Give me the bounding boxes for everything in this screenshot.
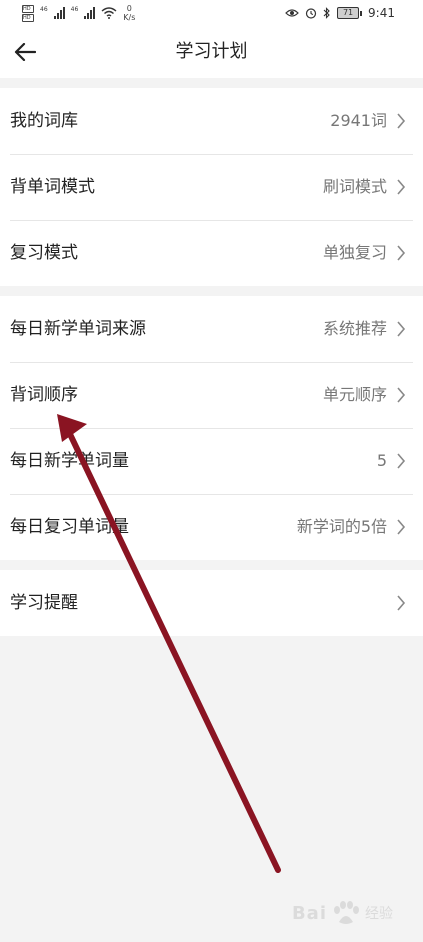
paw-logo-icon bbox=[334, 901, 359, 924]
row-label: 每日新学单词量 bbox=[10, 451, 129, 471]
network-speed: 0 K/s bbox=[123, 4, 135, 22]
chevron-right-icon bbox=[397, 595, 406, 611]
row-label: 每日新学单词来源 bbox=[10, 319, 146, 339]
row-label: 我的词库 bbox=[10, 111, 78, 131]
status-time: 9:41 bbox=[368, 6, 395, 20]
row-label: 学习提醒 bbox=[10, 593, 78, 613]
chevron-right-icon bbox=[397, 321, 406, 337]
back-button[interactable] bbox=[10, 38, 40, 66]
status-bar-right: 71 9:41 bbox=[285, 0, 395, 26]
page-title: 学习计划 bbox=[175, 41, 248, 62]
row-study-reminder[interactable]: 学习提醒 bbox=[0, 570, 423, 636]
chevron-right-icon bbox=[397, 179, 406, 195]
row-value: 2941词 bbox=[330, 111, 387, 130]
alarm-icon bbox=[305, 8, 317, 19]
settings-group-words: 每日新学单词来源 系统推荐 背词顺序 单元顺序 每日新学单词量 5 每日复习单词… bbox=[0, 296, 423, 560]
battery-icon: 71 bbox=[337, 7, 363, 19]
row-value: 单元顺序 bbox=[322, 385, 387, 404]
watermark: Bai 经验 bbox=[292, 900, 393, 926]
row-daily-review-count[interactable]: 每日复习单词量 新学词的5倍 bbox=[0, 494, 423, 560]
app-bar: 学习计划 bbox=[0, 26, 423, 78]
network-type-2: 46 bbox=[70, 5, 79, 13]
row-new-word-source[interactable]: 每日新学单词来源 系统推荐 bbox=[0, 296, 423, 362]
row-review-mode[interactable]: 复习模式 单独复习 bbox=[0, 220, 423, 286]
row-value: 单独复习 bbox=[322, 243, 387, 262]
row-daily-new-count[interactable]: 每日新学单词量 5 bbox=[0, 428, 423, 494]
chevron-right-icon bbox=[397, 245, 406, 261]
signal-1-icon bbox=[53, 7, 65, 19]
row-study-mode[interactable]: 背单词模式 刷词模式 bbox=[0, 154, 423, 220]
row-value: 系统推荐 bbox=[322, 319, 387, 338]
wifi-icon bbox=[101, 7, 117, 19]
bluetooth-icon bbox=[323, 7, 330, 19]
watermark-brand: Bai bbox=[291, 902, 327, 924]
status-bar-left: HD HD 46 46 0 K/s bbox=[22, 0, 135, 26]
row-label: 复习模式 bbox=[10, 243, 78, 263]
settings-group-library: 我的词库 2941词 背单词模式 刷词模式 复习模式 单独复习 bbox=[0, 88, 423, 286]
row-value: 新学词的5倍 bbox=[296, 517, 387, 536]
chevron-right-icon bbox=[397, 387, 406, 403]
chevron-right-icon bbox=[397, 519, 406, 535]
settings-group-reminder: 学习提醒 bbox=[0, 570, 423, 636]
sim-indicators: HD HD bbox=[22, 4, 34, 22]
watermark-suffix: 经验 bbox=[365, 906, 393, 922]
chevron-right-icon bbox=[397, 453, 406, 469]
row-label: 每日复习单词量 bbox=[10, 517, 129, 537]
row-word-order[interactable]: 背词顺序 单元顺序 bbox=[0, 362, 423, 428]
network-speed-value: 0 bbox=[126, 4, 132, 13]
row-label: 背词顺序 bbox=[10, 385, 78, 405]
status-bar: HD HD 46 46 0 K/s 71 9:41 bbox=[0, 0, 423, 26]
eye-icon bbox=[285, 9, 299, 17]
signal-2-icon bbox=[84, 7, 96, 19]
row-label: 背单词模式 bbox=[10, 177, 95, 197]
network-type-1: 46 bbox=[40, 5, 48, 13]
row-value: 刷词模式 bbox=[322, 177, 387, 196]
sim-2-badge: HD bbox=[22, 13, 34, 22]
row-value: 5 bbox=[376, 451, 387, 470]
sim-1-badge: HD bbox=[22, 4, 34, 13]
network-speed-unit: K/s bbox=[123, 13, 136, 22]
row-my-library[interactable]: 我的词库 2941词 bbox=[0, 88, 423, 154]
arrow-left-icon bbox=[14, 43, 36, 61]
battery-level: 71 bbox=[337, 7, 360, 19]
chevron-right-icon bbox=[397, 113, 406, 129]
